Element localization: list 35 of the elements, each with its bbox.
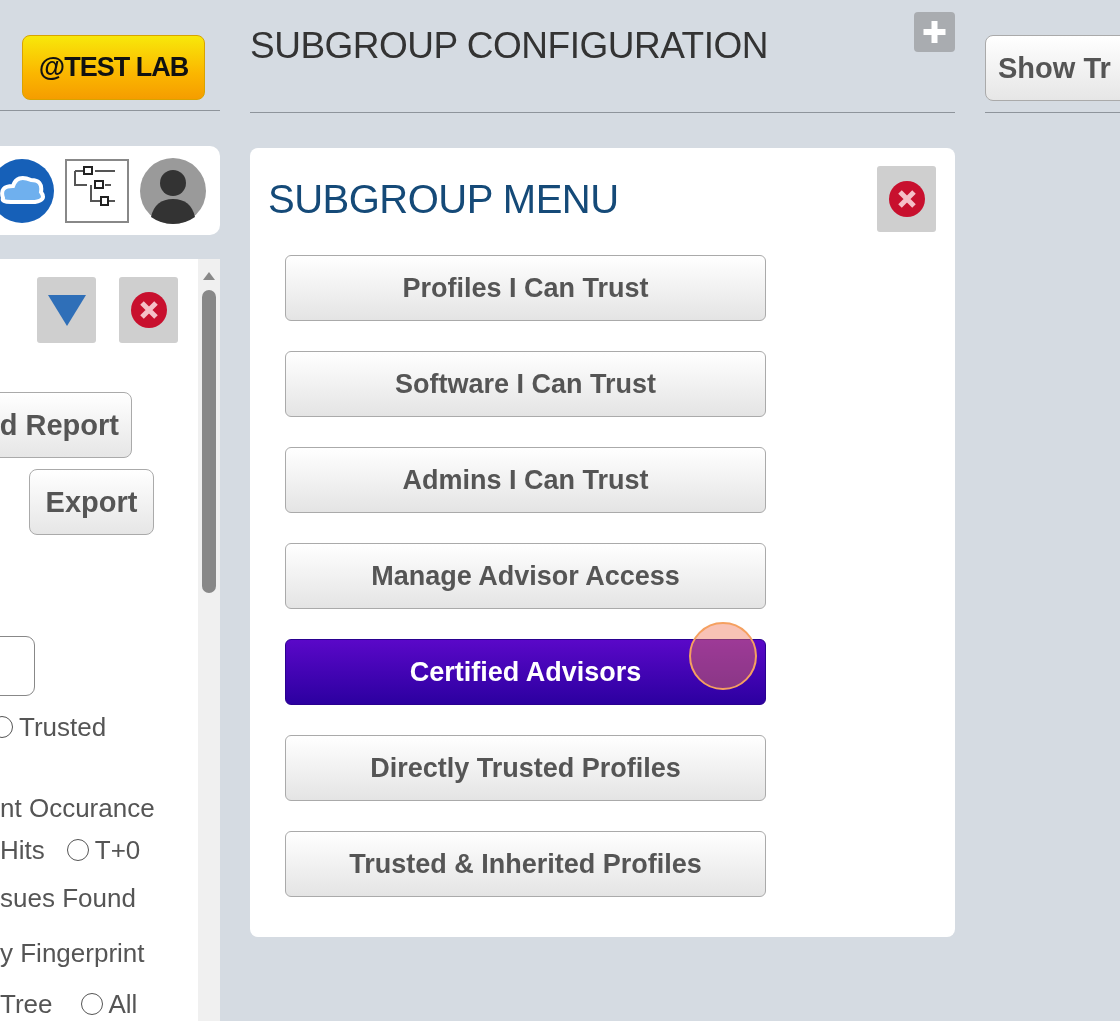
close-icon xyxy=(887,180,926,218)
radio-label: T+0 xyxy=(94,834,141,866)
menu-button[interactable]: Admins I Can Trust xyxy=(285,447,766,513)
page-title: SUBGROUP CONFIGURATION xyxy=(250,25,768,67)
menu-button[interactable]: Directly Trusted Profiles xyxy=(285,735,766,801)
close-icon xyxy=(129,291,168,329)
option-label: Hits xyxy=(0,834,45,866)
input-field[interactable] xyxy=(0,636,35,696)
menu-button[interactable]: Manage Advisor Access xyxy=(285,543,766,609)
workspace-badge[interactable]: @TEST LAB xyxy=(22,35,205,100)
menu-button[interactable]: Certified Advisors xyxy=(285,639,766,705)
avatar-icon[interactable] xyxy=(139,156,207,225)
close-button[interactable] xyxy=(119,277,178,343)
scroll-up-icon[interactable] xyxy=(203,272,215,280)
add-icon[interactable] xyxy=(914,12,955,52)
option-label: y Fingerprint xyxy=(0,937,145,969)
menu-button[interactable]: Profiles I Can Trust xyxy=(285,255,766,321)
option-label: Tree xyxy=(0,988,53,1020)
close-button[interactable] xyxy=(877,166,936,232)
scrollbar[interactable] xyxy=(198,259,220,1021)
menu-button[interactable]: Trusted & Inherited Profiles xyxy=(285,831,766,897)
hierarchy-icon[interactable] xyxy=(65,158,129,223)
triangle-icon xyxy=(46,293,87,327)
option-label: nt Occurance xyxy=(0,792,155,824)
show-button[interactable]: Show Tr xyxy=(985,35,1120,101)
radio-label: Trusted xyxy=(19,711,107,743)
radio-label: All xyxy=(108,988,138,1020)
export-button[interactable]: Export xyxy=(29,469,154,535)
option-label: sues Found xyxy=(0,882,136,914)
menu-title: SUBGROUP MENU xyxy=(268,176,619,222)
dropdown-button[interactable] xyxy=(37,277,96,343)
scroll-thumb[interactable] xyxy=(202,290,216,593)
cloud-icon[interactable] xyxy=(0,157,55,224)
menu-button[interactable]: Software I Can Trust xyxy=(285,351,766,417)
report-button[interactable]: d Report xyxy=(0,392,132,458)
